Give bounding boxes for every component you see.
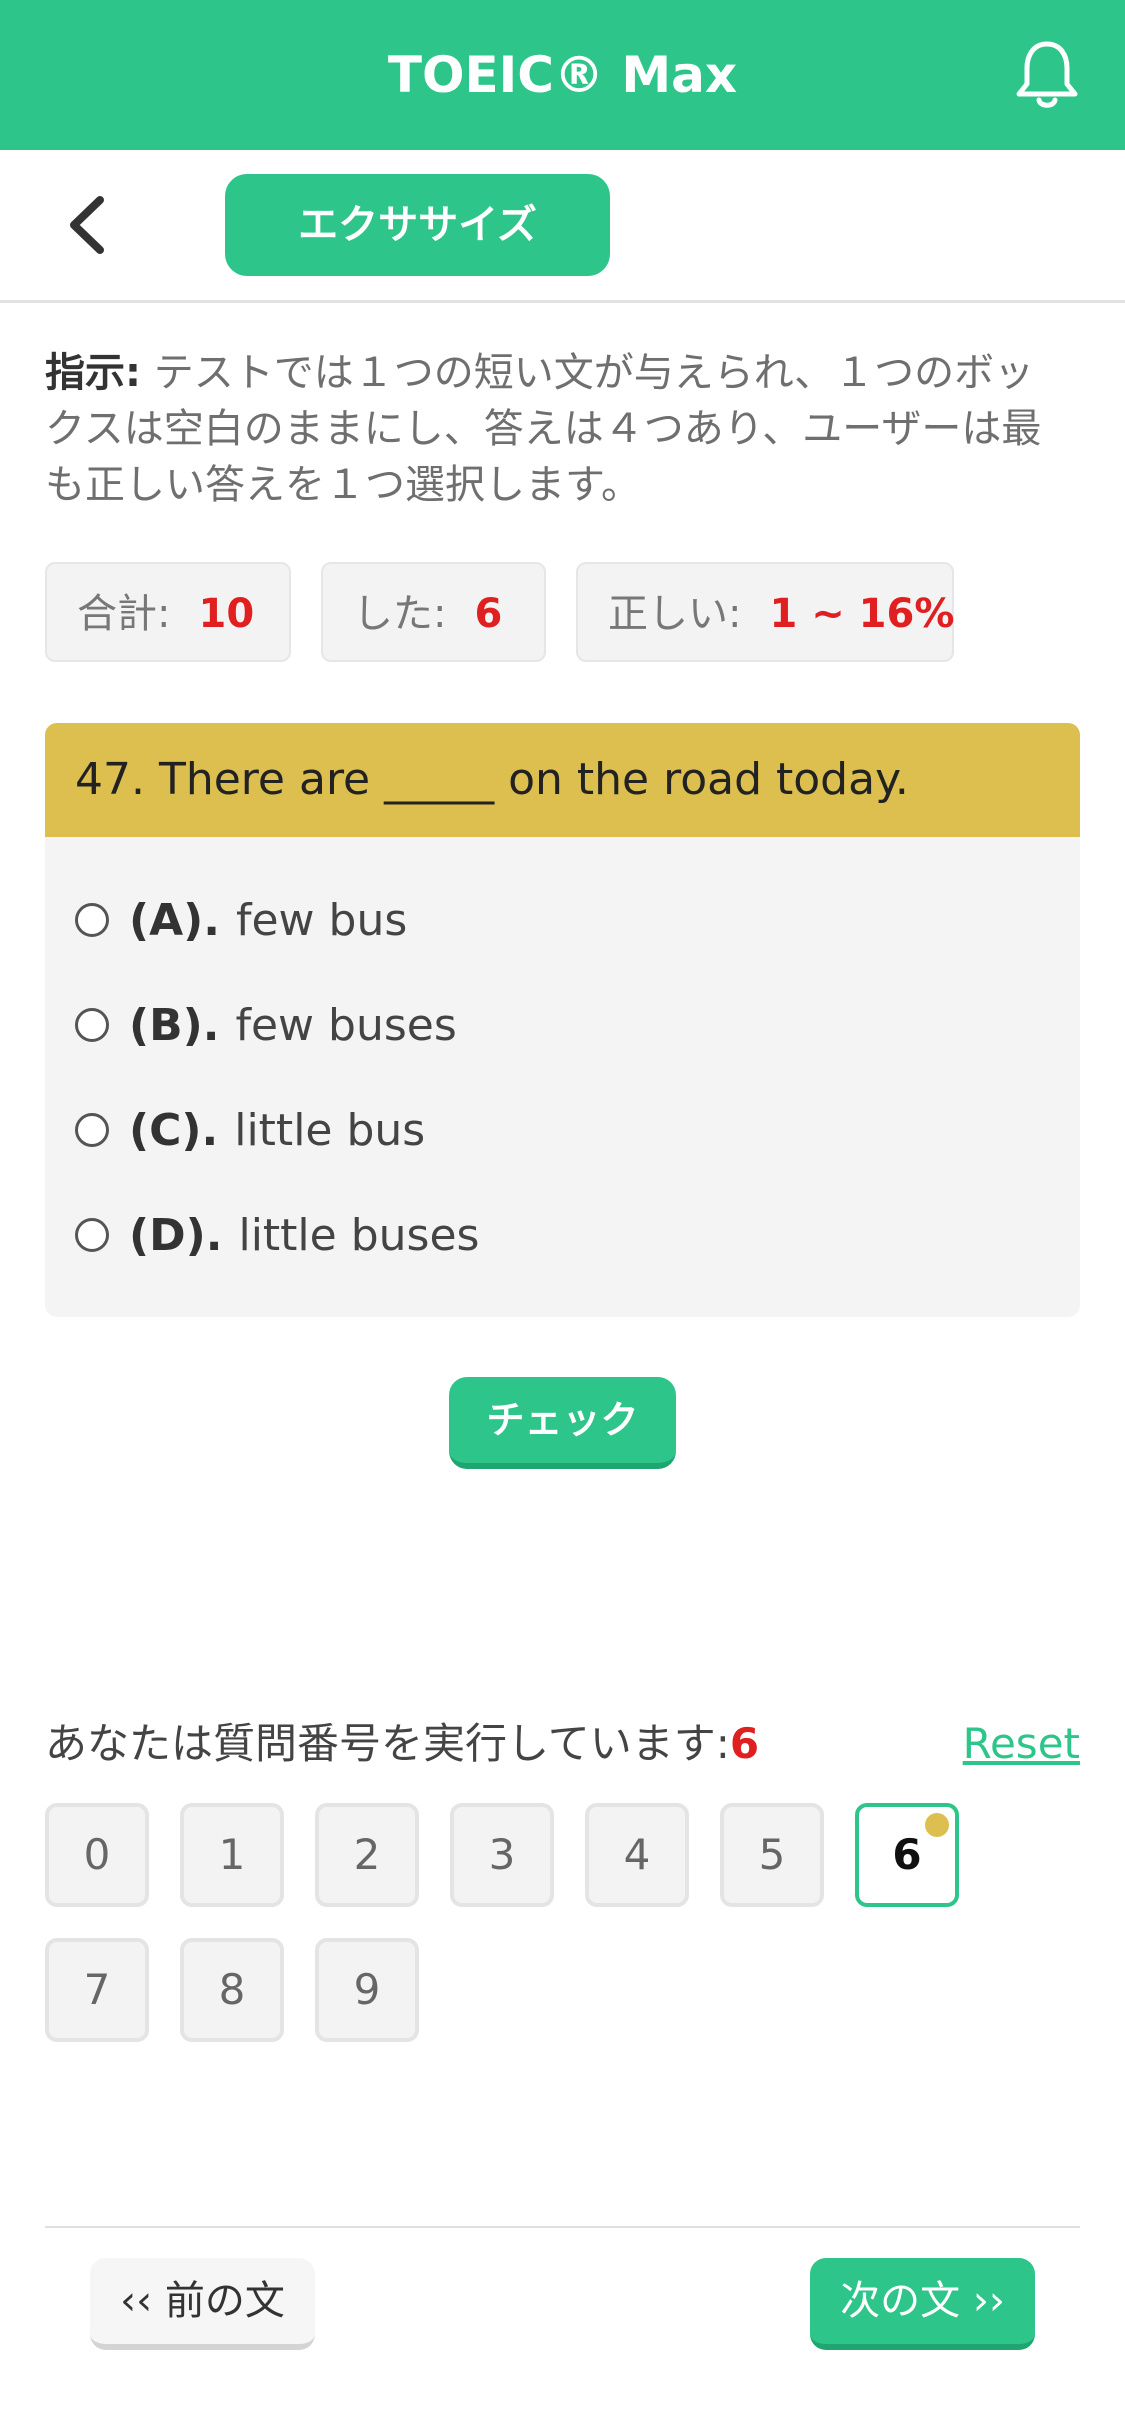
- question-number-3[interactable]: 3: [450, 1803, 554, 1907]
- radio-unchecked-icon[interactable]: [75, 903, 109, 937]
- option-c[interactable]: (C). little bus: [75, 1095, 425, 1165]
- option-text: few bus: [236, 894, 408, 946]
- back-chevron-icon[interactable]: [60, 190, 120, 260]
- app-bar: TOEIC® Max: [0, 0, 1125, 150]
- question-card: 47. There are _____ on the road today. (…: [45, 723, 1080, 1317]
- question-number-4[interactable]: 4: [585, 1803, 689, 1907]
- radio-unchecked-icon[interactable]: [75, 1008, 109, 1042]
- question-number-6-current[interactable]: 6: [855, 1803, 959, 1907]
- option-b[interactable]: (B). few buses: [75, 990, 457, 1060]
- instructions-label: 指示:: [45, 350, 141, 396]
- stat-done: した: 6: [321, 562, 546, 662]
- current-indicator-dot: [925, 1813, 949, 1837]
- stat-total-label: 合計:: [77, 591, 171, 637]
- question-number-7[interactable]: 7: [45, 1938, 149, 2042]
- check-button[interactable]: チェック: [449, 1377, 676, 1469]
- stat-done-label: した:: [353, 591, 447, 637]
- radio-unchecked-icon[interactable]: [75, 1218, 109, 1252]
- stat-correct: 正しい: 1 ~ 16%: [576, 562, 954, 662]
- question-text: 47. There are _____ on the road today.: [45, 723, 1080, 837]
- stat-correct-value: 1 ~ 16%: [769, 591, 955, 637]
- radio-unchecked-icon[interactable]: [75, 1113, 109, 1147]
- current-question-number: 6: [729, 1719, 760, 1768]
- reset-link[interactable]: Reset: [963, 1712, 1080, 1776]
- option-text: little buses: [238, 1209, 480, 1261]
- option-label: (D).: [129, 1209, 223, 1261]
- stat-total: 合計: 10: [45, 562, 291, 662]
- instructions: 指示: テストでは１つの短い文が与えられ、１つのボックスは空白のままにし、答えは…: [45, 345, 1065, 513]
- running-label: あなたは質問番号を実行しています:: [45, 1719, 730, 1768]
- option-label: (B).: [129, 999, 220, 1051]
- bell-icon[interactable]: [1013, 38, 1081, 112]
- question-number-0[interactable]: 0: [45, 1803, 149, 1907]
- instructions-text: テストでは１つの短い文が与えられ、１つのボックスは空白のままにし、答えは４つあり…: [45, 350, 1042, 508]
- question-number-5[interactable]: 5: [720, 1803, 824, 1907]
- question-number-2[interactable]: 2: [315, 1803, 419, 1907]
- question-number-8[interactable]: 8: [180, 1938, 284, 2042]
- option-text: few buses: [235, 999, 457, 1051]
- stat-correct-label: 正しい:: [608, 591, 742, 637]
- question-number-9[interactable]: 9: [315, 1938, 419, 2042]
- app-title: TOEIC® Max: [387, 46, 738, 104]
- stat-total-value: 10: [198, 591, 255, 637]
- exercise-button[interactable]: エクササイズ: [225, 174, 610, 276]
- question-number-1[interactable]: 1: [180, 1803, 284, 1907]
- divider: [45, 2226, 1080, 2228]
- option-d[interactable]: (D). little buses: [75, 1200, 479, 1270]
- question-number-label: 6: [892, 1830, 922, 1879]
- option-text: little bus: [234, 1104, 426, 1156]
- sub-header: エクササイズ: [0, 150, 1125, 303]
- stat-done-value: 6: [474, 591, 503, 637]
- running-question: あなたは質問番号を実行しています:6: [45, 1712, 759, 1776]
- option-label: (C).: [129, 1104, 219, 1156]
- previous-sentence-button[interactable]: ‹‹ 前の文: [90, 2258, 315, 2350]
- option-a[interactable]: (A). few bus: [75, 885, 407, 955]
- option-label: (A).: [129, 894, 220, 946]
- next-sentence-button[interactable]: 次の文 ››: [810, 2258, 1035, 2350]
